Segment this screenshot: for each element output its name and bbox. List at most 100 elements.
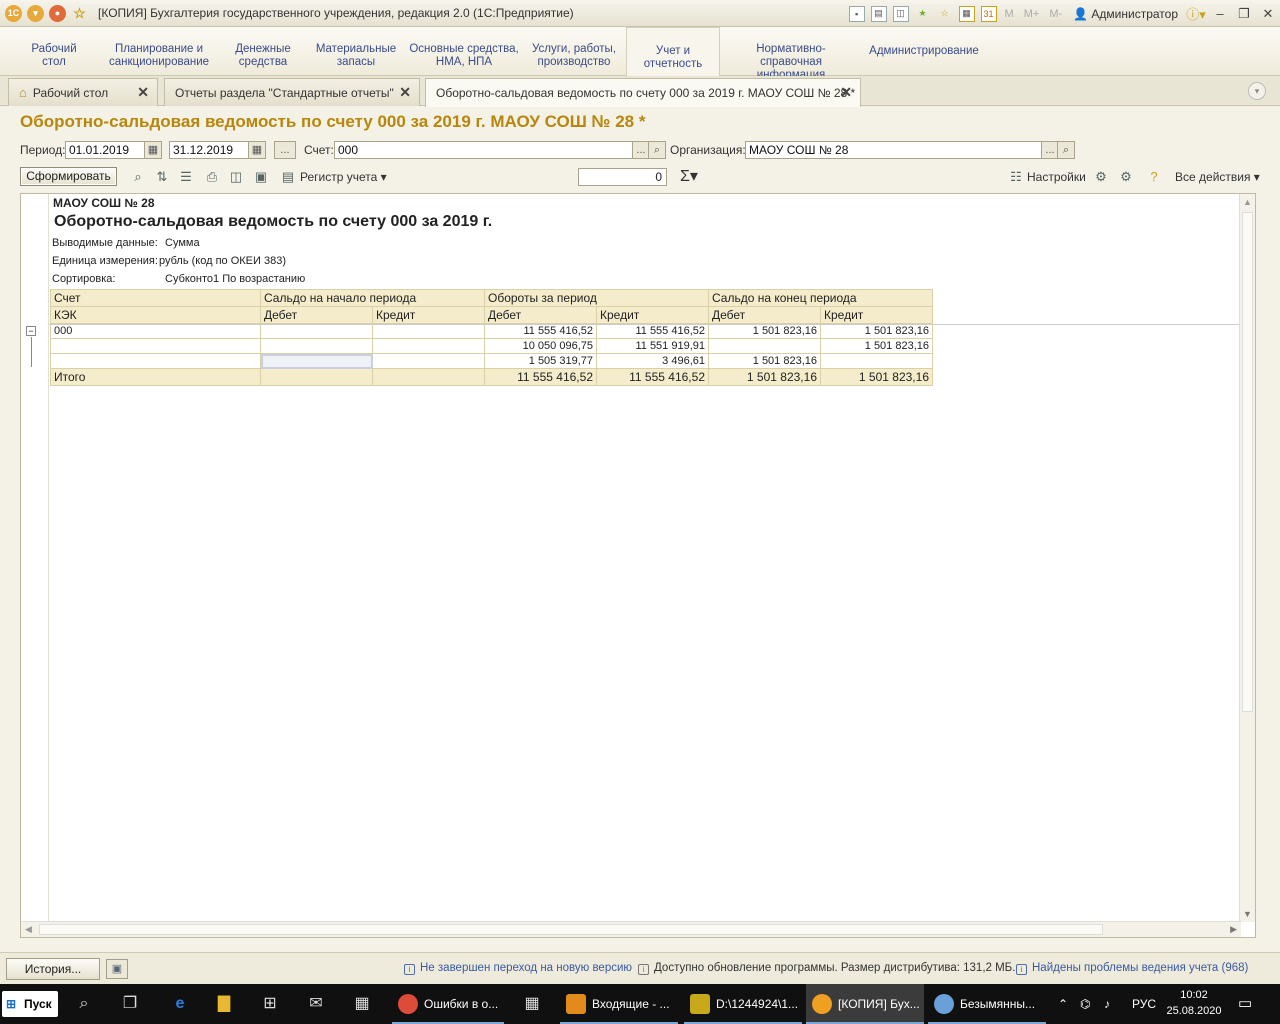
tab-osv-report[interactable]: Оборотно-сальдовая ведомость по счету 00… [425,78,861,107]
table-cell[interactable] [260,368,373,386]
tab-desktop[interactable]: ⌂ Рабочий стол ✕ [8,78,158,106]
group-icon[interactable]: ☰ [178,169,194,185]
tab-standard-reports[interactable]: Отчеты раздела "Стандартные отчеты" ✕ [164,78,420,106]
calendar-icon[interactable]: ▦ [144,141,162,159]
tray-expand-icon[interactable]: ⌃ [1058,984,1068,1024]
info-icon[interactable]: ⓘ▾ [1184,4,1208,23]
add-favorite-icon[interactable]: ★ [915,6,931,22]
memory-m-minus[interactable]: M- [1049,8,1062,20]
print-icon[interactable]: ⎙ [204,169,220,185]
table-row[interactable]: 000 11 555 416,52 11 555 416,52 1 501 82… [50,323,933,339]
section-admin[interactable]: Администрирование [866,45,982,58]
save-settings-icon[interactable]: ⚙ [1093,169,1109,185]
scroll-down-icon[interactable]: ▼ [1240,909,1255,919]
table-cell[interactable]: Итого [50,368,261,386]
table-cell[interactable] [372,368,485,386]
table-cell[interactable]: 1 501 823,16 [708,353,821,369]
register-button[interactable]: Регистр учета ▾ [300,170,387,184]
language-indicator[interactable]: РУС [1132,984,1156,1024]
table-cell[interactable] [260,323,373,339]
close-tab-icon[interactable]: ✕ [840,84,852,101]
generate-button[interactable]: Сформировать [20,167,117,186]
help-icon[interactable]: ? [1146,169,1162,185]
account-input[interactable]: 000 [334,141,664,159]
memory-m[interactable]: M [1005,8,1014,20]
table-cell[interactable]: 1 505 319,77 [484,353,597,369]
sort-icon[interactable]: ⇅ [154,169,170,185]
taskbar-app-outlook[interactable]: Входящие - ... [560,984,678,1024]
account-search-icon[interactable]: ⌕ [648,141,666,159]
memory-m-plus[interactable]: M+ [1024,8,1040,20]
taskbar-app-folder[interactable]: D:\1244924\1... [684,984,802,1024]
table-cell[interactable] [708,338,821,354]
collapse-group-icon[interactable]: − [26,326,36,336]
scroll-thumb[interactable] [39,924,1103,935]
table-cell[interactable]: 1 501 823,16 [820,323,933,339]
volume-icon[interactable]: ♪ [1104,984,1110,1024]
status-msg-migration[interactable]: i Не завершен переход на новую версию [404,962,632,975]
search-icon[interactable]: ⌕ [72,992,96,1016]
table-cell[interactable]: 11 555 416,52 [596,368,709,386]
table-cell[interactable]: 10 050 096,75 [484,338,597,354]
scroll-up-icon[interactable]: ▲ [1240,197,1255,207]
scroll-left-icon[interactable]: ◀ [25,924,32,935]
status-msg-problems[interactable]: i Найдены проблемы ведения учета (968) [1016,962,1248,975]
table-cell[interactable]: 1 501 823,16 [708,323,821,339]
scroll-right-icon[interactable]: ▶ [1230,924,1237,935]
network-icon[interactable]: ⌬ [1080,984,1090,1024]
messages-icon[interactable]: ▣ [106,959,128,979]
close-tab-icon[interactable]: ✕ [399,84,411,101]
period-select-button[interactable]: ... [274,141,296,159]
preview-icon[interactable]: ◫ [228,169,244,185]
preview-icon[interactable]: ◫ [892,5,909,22]
section-desktop[interactable]: Рабочий стол [22,43,86,69]
organization-input[interactable]: МАОУ СОШ № 28 [745,141,1073,159]
table-cell[interactable]: 11 555 416,52 [484,323,597,339]
calendar-icon[interactable]: ▦ [248,141,266,159]
section-planning[interactable]: Планирование и санкционирование [104,43,214,69]
print-icon[interactable]: ▤ [870,5,887,22]
history-button[interactable]: История... [6,958,100,980]
notifications-icon[interactable]: ▭ [1238,984,1252,1024]
save-icon[interactable]: ▪ [848,5,865,22]
selected-cell[interactable] [260,353,373,369]
table-row[interactable]: 1 505 319,77 3 496,61 1 501 823,16 [50,353,933,369]
table-cell[interactable]: 11 555 416,52 [596,323,709,339]
start-button[interactable]: ⊞ Пуск [2,991,58,1017]
total-row[interactable]: Итого 11 555 416,52 11 555 416,52 1 501 … [50,368,933,386]
table-cell[interactable] [372,323,485,339]
find-icon[interactable]: ⌕ [130,169,146,185]
section-materials[interactable]: Материальные запасы [312,43,400,69]
table-cell[interactable]: 11 551 919,91 [596,338,709,354]
section-fixed-assets[interactable]: Основные средства, НМА, НПА [408,43,520,69]
calendar-icon[interactable]: 31 [980,5,997,22]
scroll-thumb[interactable] [1242,212,1253,712]
taskbar-app-paint[interactable]: Безымянны... [928,984,1046,1024]
table-cell[interactable] [50,353,261,369]
status-msg-update[interactable]: i Доступно обновление программы. Размер д… [638,962,1015,975]
table-cell[interactable]: 3 496,61 [596,353,709,369]
table-row[interactable]: 10 050 096,75 11 551 919,91 1 501 823,16 [50,338,933,354]
section-accounting[interactable]: Учет и отчетность [626,27,720,76]
table-cell[interactable]: 000 [50,323,261,339]
sum-field[interactable]: 0 [578,168,667,186]
user-label[interactable]: 👤 Администратор [1073,7,1178,21]
table-cell[interactable]: 1 501 823,16 [820,368,933,386]
taskbar-app-chrome[interactable]: Ошибки в о... [392,984,504,1024]
settings-button[interactable]: Настройки [1027,170,1086,184]
mail-icon[interactable]: ✉ [304,992,328,1016]
main-menu-icon[interactable]: ● [49,4,66,22]
section-services[interactable]: Услуги, работы, производство [528,43,620,69]
save-icon[interactable]: ▣ [253,169,269,185]
taskbar-app-1c[interactable]: [КОПИЯ] Бух... [806,984,924,1024]
clock[interactable]: 10:02 25.08.2020 [1164,987,1224,1019]
table-cell[interactable] [260,338,373,354]
table-cell[interactable] [50,338,261,354]
close-tab-icon[interactable]: ✕ [137,84,149,101]
calculator-icon[interactable]: ▦ [958,5,975,22]
section-cash[interactable]: Денежные средства [228,43,298,69]
organization-search-icon[interactable]: ⌕ [1057,141,1075,159]
table-cell[interactable] [372,353,485,369]
calendar-icon[interactable]: ▦ [520,992,544,1016]
favorites-star-icon[interactable]: ☆ [71,5,88,22]
